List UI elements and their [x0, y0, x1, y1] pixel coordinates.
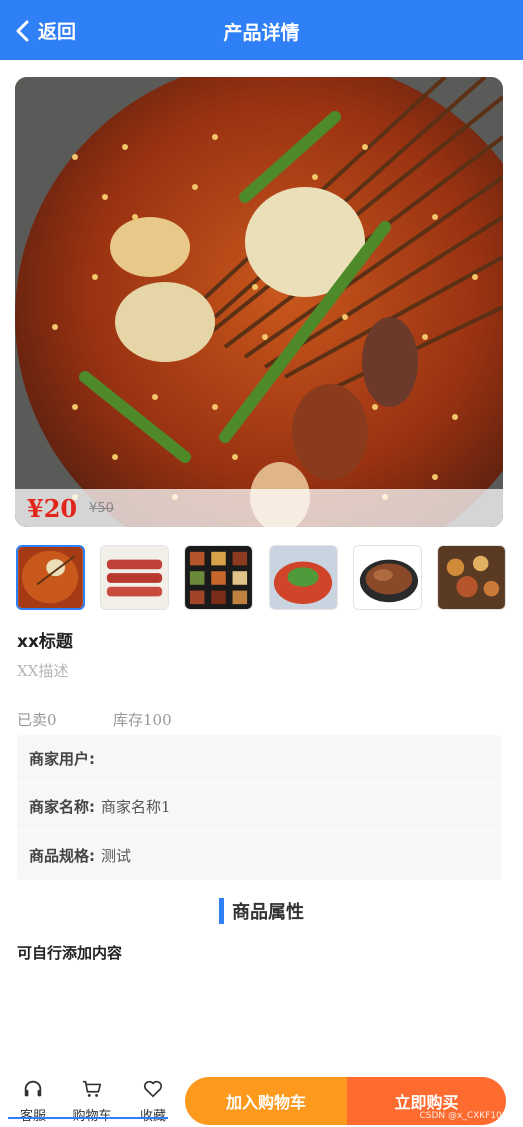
- cart-label: 购物车: [72, 1105, 111, 1124]
- food-image: [15, 77, 503, 527]
- section-accent-bar: [219, 898, 224, 924]
- sold-count: 已卖0: [17, 711, 57, 729]
- info-row-merchant-user: 商家用户:: [17, 735, 501, 783]
- heart-icon: [143, 1080, 163, 1098]
- food-thumb-1-image: [18, 547, 83, 608]
- info-value: 商家名称1: [101, 798, 171, 816]
- watermark: CSDN @x_CXKF10088: [419, 1111, 519, 1121]
- thumbnail-1[interactable]: [16, 545, 85, 610]
- product-main-image[interactable]: ¥20 ¥50: [15, 77, 503, 527]
- info-label: 商家用户:: [29, 750, 95, 768]
- headset-icon: [24, 1080, 42, 1097]
- service-label: 客服: [20, 1105, 46, 1124]
- original-price: ¥50: [89, 500, 114, 516]
- cart-icon: [82, 1080, 102, 1097]
- add-to-cart-button[interactable]: 加入购物车: [185, 1077, 347, 1125]
- thumbnail-3[interactable]: [184, 545, 254, 610]
- thumbnail-5[interactable]: [352, 545, 422, 610]
- current-price: ¥20: [27, 493, 78, 523]
- product-title: xx标题: [17, 632, 73, 652]
- info-row-merchant-name: 商家名称: 商家名称1: [17, 783, 501, 831]
- bottom-action-bar: 客服 购物车 收藏 加入购物车 立即购买 CSDN @x_CXKF10088: [0, 1070, 523, 1127]
- info-label: 商品规格:: [29, 846, 95, 865]
- stock-count: 库存100: [113, 711, 172, 729]
- section-title: 商品属性: [232, 902, 304, 923]
- thumbnail-4[interactable]: [268, 545, 338, 610]
- attributes-section-header: 商品属性: [0, 898, 523, 924]
- thumbnail-gallery: [16, 545, 506, 611]
- merchant-info-panel: 商家用户: 商家名称: 商家名称1 商品规格: 测试: [17, 735, 501, 880]
- page-title: 产品详情: [223, 22, 300, 44]
- info-value: 测试: [101, 846, 132, 865]
- top-nav-bar: 返回 产品详情: [0, 0, 523, 60]
- food-thumb-2-image: [101, 546, 169, 609]
- info-label: 商家名称:: [29, 798, 95, 816]
- thumbnail-2[interactable]: [100, 545, 170, 610]
- thumbnail-6[interactable]: [436, 545, 506, 610]
- food-thumb-5-image: [353, 546, 421, 609]
- food-thumb-4-image: [269, 546, 337, 609]
- favorite-label: 收藏: [140, 1105, 166, 1124]
- food-thumb-3-image: [185, 546, 253, 609]
- product-description: XX描述: [17, 662, 69, 680]
- food-thumb-6-image: [437, 546, 505, 609]
- attributes-content: 可自行添加内容: [17, 944, 123, 962]
- price-strip: ¥20 ¥50: [15, 489, 503, 527]
- info-row-spec: 商品规格: 测试: [17, 831, 501, 879]
- bottom-underline: [8, 1117, 168, 1119]
